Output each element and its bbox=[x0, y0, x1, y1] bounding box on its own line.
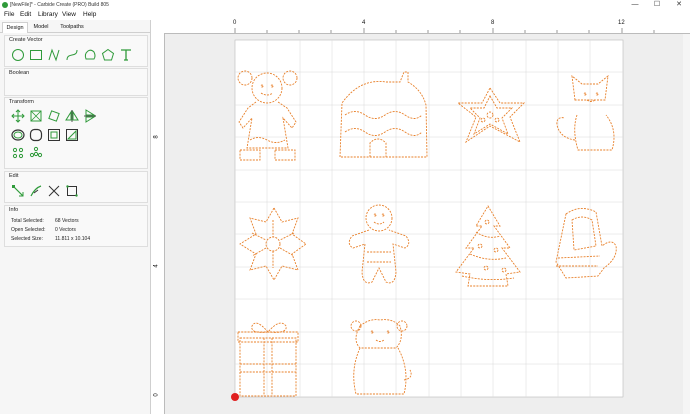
close-button[interactable]: ✕ bbox=[668, 0, 690, 10]
total-selected-value: 68 Vectors bbox=[55, 218, 79, 224]
ruler-tick-4: 4 bbox=[362, 20, 366, 26]
menu-library[interactable]: Library bbox=[38, 10, 58, 20]
mirror-vertical-icon[interactable] bbox=[83, 109, 97, 123]
edit-section: Edit bbox=[4, 171, 148, 203]
total-selected-row: Total Selected: 68 Vectors bbox=[11, 218, 79, 224]
fillet-tool-icon[interactable] bbox=[29, 128, 43, 142]
left-panel: Design Model Toolpaths Create Vector Boo… bbox=[0, 20, 151, 414]
tab-toolpaths[interactable]: Toolpaths bbox=[56, 22, 88, 32]
transform-section: Transform bbox=[4, 97, 148, 169]
ruler-tick-0: 0 bbox=[233, 20, 237, 26]
move-tool-icon[interactable] bbox=[11, 109, 25, 123]
curve-tool-icon[interactable] bbox=[65, 48, 79, 62]
menu-help[interactable]: Help bbox=[83, 10, 96, 20]
boolean-section: Boolean bbox=[4, 68, 148, 96]
origin-marker-icon bbox=[231, 393, 239, 401]
selected-size-value: 11.811 x 10.104 bbox=[55, 236, 91, 242]
tab-model[interactable]: Model bbox=[30, 22, 52, 32]
blob-shape-tool-icon[interactable] bbox=[83, 48, 97, 62]
app-logo-icon bbox=[2, 2, 8, 8]
align-corner-icon[interactable] bbox=[65, 128, 79, 142]
open-selected-value: 0 Vectors bbox=[55, 227, 76, 233]
horizontal-ruler-ticks bbox=[234, 28, 655, 33]
offset-tool-icon[interactable] bbox=[11, 128, 25, 142]
rotate-tool-icon[interactable] bbox=[47, 109, 61, 123]
open-selected-row: Open Selected: 0 Vectors bbox=[11, 227, 76, 233]
maximize-button[interactable]: ☐ bbox=[646, 0, 668, 10]
node-edit-icon[interactable] bbox=[11, 184, 25, 198]
rectangle-tool-icon[interactable] bbox=[29, 48, 43, 62]
node-array-icon[interactable] bbox=[11, 146, 25, 160]
ruler-tick-8: 8 bbox=[491, 20, 495, 26]
info-header: Info bbox=[9, 207, 19, 213]
circle-tool-icon[interactable] bbox=[11, 48, 25, 62]
transform-header: Transform bbox=[9, 99, 34, 105]
ruler-tick-12: 12 bbox=[618, 20, 625, 26]
selected-size-label: Selected Size: bbox=[11, 236, 43, 242]
boolean-header: Boolean bbox=[9, 70, 30, 76]
window-title: [NewFile]* - Carbide Create (PRO) Build … bbox=[10, 2, 109, 8]
circular-array-icon[interactable] bbox=[29, 146, 43, 160]
create-vector-header: Create Vector bbox=[9, 37, 43, 43]
vertical-ruler: 8 4 0 bbox=[151, 33, 165, 414]
panel-tabs: Design Model Toolpaths bbox=[0, 20, 150, 33]
ruler-tick-v4: 4 bbox=[153, 264, 160, 268]
horizontal-ruler: 0 4 8 12 bbox=[151, 20, 690, 34]
polyline-tool-icon[interactable] bbox=[47, 48, 61, 62]
mirror-horizontal-icon[interactable] bbox=[65, 109, 79, 123]
scale-tool-icon[interactable] bbox=[29, 109, 43, 123]
open-selected-label: Open Selected: bbox=[11, 227, 46, 233]
menu-edit[interactable]: Edit bbox=[20, 10, 31, 20]
selected-size-row: Selected Size: 11.811 x 10.104 bbox=[11, 236, 90, 242]
knife-tool-icon[interactable] bbox=[29, 184, 43, 198]
trim-tool-icon[interactable] bbox=[47, 184, 61, 198]
text-tool-icon[interactable] bbox=[119, 48, 133, 62]
menu-bar: File Edit Library View Help bbox=[0, 10, 690, 20]
ruler-tick-v0: 0 bbox=[153, 393, 160, 397]
total-selected-label: Total Selected: bbox=[11, 218, 44, 224]
vertical-scrollbar[interactable] bbox=[683, 34, 690, 414]
align-center-icon[interactable] bbox=[47, 128, 61, 142]
menu-file[interactable]: File bbox=[4, 10, 14, 20]
ruler-tick-v8: 8 bbox=[153, 135, 160, 139]
info-section: Info Total Selected: 68 Vectors Open Sel… bbox=[4, 205, 148, 247]
menu-view[interactable]: View bbox=[62, 10, 76, 20]
minimize-button[interactable]: — bbox=[624, 0, 646, 10]
edit-header: Edit bbox=[9, 173, 19, 179]
join-tool-icon[interactable] bbox=[65, 184, 79, 198]
title-bar: [NewFile]* - Carbide Create (PRO) Build … bbox=[0, 0, 690, 10]
design-drawing[interactable] bbox=[165, 34, 690, 414]
design-canvas[interactable] bbox=[165, 34, 690, 414]
create-vector-section: Create Vector bbox=[4, 35, 148, 67]
polygon-tool-icon[interactable] bbox=[101, 48, 115, 62]
tab-design[interactable]: Design bbox=[2, 22, 28, 33]
